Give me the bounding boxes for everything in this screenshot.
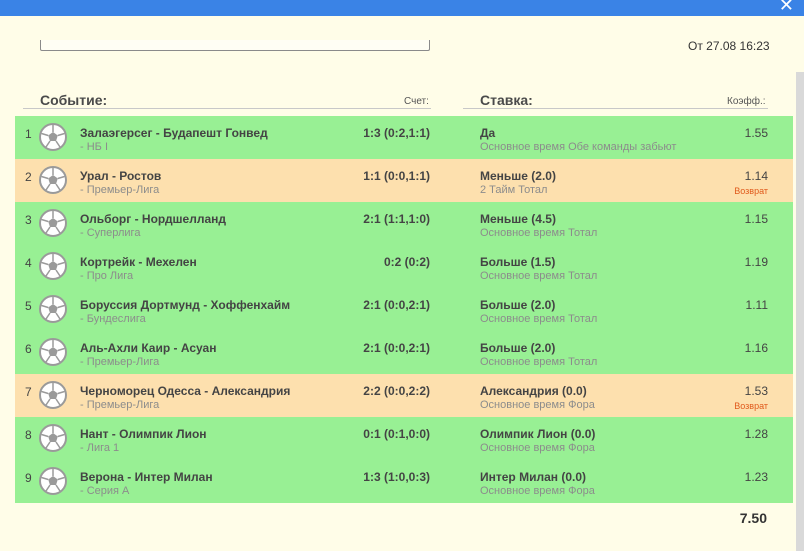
football-icon [39, 338, 67, 366]
status-badge: Возврат [734, 186, 768, 196]
bet-odds: 1.11 [745, 298, 768, 312]
row-number: 8 [25, 428, 32, 442]
bet-odds: 1.28 [744, 427, 768, 441]
scrollbar[interactable] [796, 72, 804, 551]
match-name: Черноморец Одесса - Александрия [80, 384, 291, 398]
football-icon [39, 295, 67, 323]
bet-column-header: Ставка: [480, 92, 533, 108]
window-title-bar: ✕ [0, 0, 804, 16]
bet-market: Основное время Фора [480, 485, 595, 497]
football-icon [39, 424, 67, 452]
row-number: 1 [25, 127, 32, 141]
match-name: Кортрейк - Мехелен [80, 255, 197, 269]
match-name: Боруссия Дортмунд - Хоффенхайм [80, 298, 291, 312]
bet-market: Основное время Фора [480, 399, 595, 411]
football-icon [39, 166, 67, 194]
bets-list: 1 Залаэгерсег - Будапешт Гонвед - НБ I 1:3 … [15, 116, 793, 503]
football-icon [39, 381, 67, 409]
bet-row[interactable]: 8 Нант - Олимпик Лион - Лига 1 0:1 (0:1,0:0… [15, 417, 793, 460]
league-name: - Лига 1 [80, 442, 120, 454]
bet-row[interactable]: 1 Залаэгерсег - Будапешт Гонвед - НБ I 1:3 … [15, 116, 793, 159]
row-number: 3 [25, 213, 32, 227]
score-column-header: Счет: [404, 96, 429, 107]
bet-date: От 27.08 16:23 [688, 39, 770, 53]
bet-selection: Больше (1.5) [480, 255, 556, 269]
bet-selection: Меньше (2.0) [480, 169, 556, 183]
bet-market: Основное время Обе команды забьют [480, 141, 677, 153]
bet-odds: 1.16 [744, 341, 768, 355]
bet-selection: Да [480, 126, 496, 140]
bet-selection: Олимпик Лион (0.0) [480, 427, 596, 441]
match-score: 2:2 (0:0,2:2) [363, 384, 430, 398]
bet-odds: 1.19 [744, 255, 768, 269]
row-number: 2 [25, 170, 32, 184]
status-badge: Возврат [734, 401, 768, 411]
bet-row[interactable]: 9 Верона - Интер Милан - Серия А 1:3 (1:0,0… [15, 460, 793, 503]
match-name: Верона - Интер Милан [80, 470, 213, 484]
bet-market: Основное время Тотал [480, 313, 598, 325]
match-score: 1:3 (0:2,1:1) [363, 126, 430, 140]
match-name: Нант - Олимпик Лион [80, 427, 207, 441]
close-icon[interactable]: ✕ [779, 0, 794, 14]
bet-row[interactable]: 6 Аль-Ахли Каир - Асуан - Премьер-Лига 2:1 … [15, 331, 793, 374]
bet-row[interactable]: 4 Кортрейк - Мехелен - Про Лига 0:2 (0:2) Бо… [15, 245, 793, 288]
football-icon [39, 467, 67, 495]
match-name: Ольборг - Нордшелланд [80, 212, 227, 226]
bet-market: Основное время Тотал [480, 227, 598, 239]
row-number: 7 [25, 385, 32, 399]
match-score: 2:1 (1:1,1:0) [363, 212, 430, 226]
match-name: Залаэгерсег - Будапешт Гонвед [80, 126, 268, 140]
bet-selection: Больше (2.0) [480, 298, 556, 312]
bet-market: 2 Тайм Тотал [480, 184, 548, 196]
event-column-header: Событие: [40, 92, 108, 108]
bet-selection: Больше (2.0) [480, 341, 556, 355]
football-icon [39, 209, 67, 237]
league-name: - Премьер-Лига [80, 399, 160, 411]
bet-row[interactable]: 2 Урал - Ростов - Премьер-Лига 1:1 (0:0,1:1… [15, 159, 793, 202]
total-odds: 7.50 [739, 510, 767, 526]
match-score: 2:1 (0:0,2:1) [363, 298, 430, 312]
league-name: - Премьер-Лига [80, 356, 160, 368]
bet-odds: 1.15 [744, 212, 768, 226]
input-field[interactable] [40, 40, 430, 51]
league-name: - Про Лига [80, 270, 134, 282]
bet-odds: 1.14 [744, 169, 768, 183]
match-name: Урал - Ростов [80, 169, 162, 183]
bet-selection: Интер Милан (0.0) [480, 470, 587, 484]
match-name: Аль-Ахли Каир - Асуан [80, 341, 217, 355]
divider-left [23, 108, 431, 109]
bet-selection: Александрия (0.0) [480, 384, 587, 398]
divider-right [463, 108, 768, 109]
match-score: 2:1 (0:0,2:1) [363, 341, 430, 355]
bet-odds: 1.23 [744, 470, 768, 484]
league-name: - Серия А [80, 485, 130, 497]
match-score: 1:3 (1:0,0:3) [363, 470, 430, 484]
bet-market: Основное время Тотал [480, 270, 598, 282]
bet-odds: 1.55 [744, 126, 768, 140]
football-icon [39, 123, 67, 151]
row-number: 4 [25, 256, 32, 270]
football-icon [39, 252, 67, 280]
league-name: - НБ I [80, 141, 108, 153]
bet-market: Основное время Фора [480, 442, 595, 454]
league-name: - Премьер-Лига [80, 184, 160, 196]
row-number: 5 [25, 299, 32, 313]
odds-column-header: Коэфф.: [727, 96, 766, 107]
league-name: - Суперлига [80, 227, 141, 239]
match-score: 1:1 (0:0,1:1) [363, 169, 430, 183]
match-score: 0:1 (0:1,0:0) [363, 427, 430, 441]
match-score: 0:2 (0:2) [383, 255, 430, 269]
bet-row[interactable]: 7 Черноморец Одесса - Александрия - Премье… [15, 374, 793, 417]
row-number: 6 [25, 342, 32, 356]
bet-odds: 1.53 [744, 384, 768, 398]
bet-row[interactable]: 3 Ольборг - Нордшелланд - Суперлига 2:1 (1:… [15, 202, 793, 245]
bet-row[interactable]: 5 Боруссия Дортмунд - Хоффенхайм - Бундесл… [15, 288, 793, 331]
bet-selection: Меньше (4.5) [480, 212, 556, 226]
league-name: - Бундеслига [80, 313, 146, 325]
row-number: 9 [25, 471, 32, 485]
bet-market: Основное время Тотал [480, 356, 598, 368]
